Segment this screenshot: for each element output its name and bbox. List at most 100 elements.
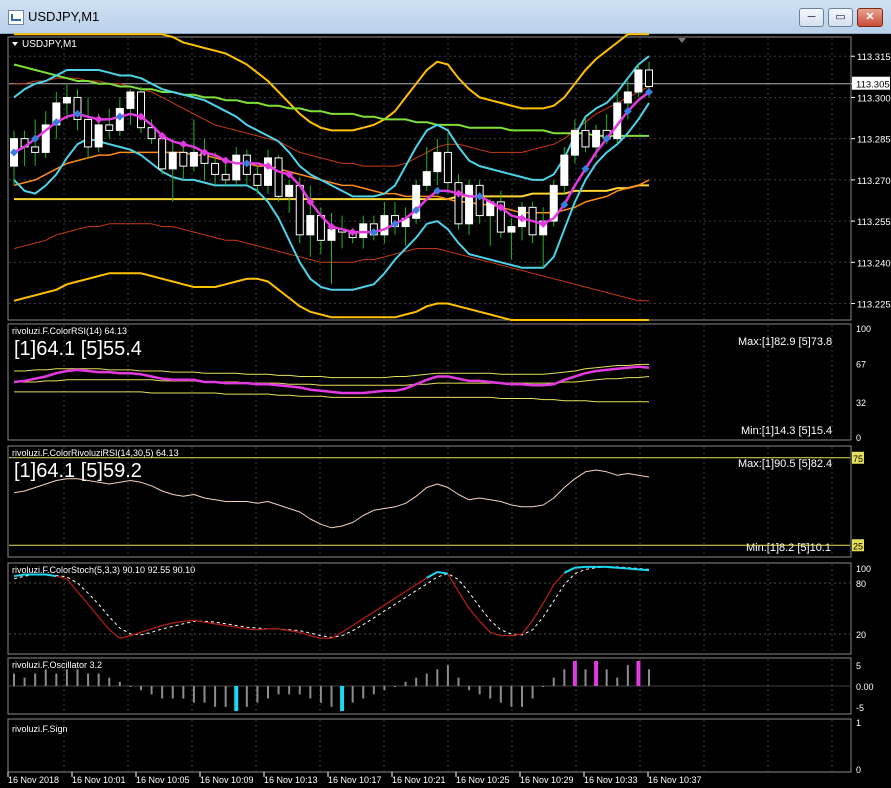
candle-bullish [634, 69, 643, 93]
osc-bar [362, 686, 365, 699]
osc-bar [55, 673, 58, 686]
stoch-tick-label: 20 [856, 630, 866, 640]
candle-bearish [84, 118, 93, 148]
candle-bullish [380, 215, 389, 236]
osc-bar [129, 686, 132, 687]
stoch-main-segment [214, 623, 226, 627]
stoch-signal-line [13, 566, 650, 638]
osc-bar [468, 686, 471, 691]
osc-bar [65, 669, 68, 686]
osc-bar [288, 686, 291, 695]
pane-frame-5 [7, 718, 852, 773]
candle-bearish [443, 151, 452, 184]
osc-bar [584, 669, 587, 686]
time-axis-label: 16 Nov 10:13 [264, 775, 318, 785]
time-axis-label: 16 Nov 10:37 [648, 775, 702, 785]
stoch-main-segment [426, 571, 438, 579]
osc-bar [13, 673, 15, 686]
sign-pane-label: rivoluzi.F.Sign [12, 724, 68, 734]
osc-bar [499, 686, 502, 703]
stoch-main-segment [627, 567, 639, 571]
time-axis-label: 16 Nov 10:05 [136, 775, 190, 785]
rsi-lower-band-line [14, 391, 649, 403]
minimize-button[interactable]: ─ [799, 8, 824, 27]
stoch-main-segment [87, 603, 100, 618]
stoch-main-segment [183, 619, 194, 622]
candle-bullish [433, 151, 442, 173]
osc-bar [214, 686, 217, 707]
stoch-main-segment [563, 566, 576, 574]
candle-bearish [147, 127, 156, 140]
stoch-main-segment [331, 631, 343, 639]
stoch-main-segment [76, 591, 89, 605]
osc-signal-bar [636, 661, 641, 686]
osc-bar [531, 686, 534, 699]
osc-signal-bar [594, 661, 599, 686]
candle-bullish [623, 91, 632, 104]
osc-bar [34, 673, 37, 686]
stoch-main-segment [66, 578, 79, 592]
osc-bar [446, 665, 449, 686]
stoch-main-segment [405, 584, 417, 593]
osc-bar [510, 686, 513, 707]
osc-bar [457, 677, 460, 686]
rivrsi-min-text: Min:[1]8.2 [5]10.1 [746, 542, 831, 554]
stoch-main-segment [257, 628, 269, 631]
time-axis-label: 16 Nov 10:21 [392, 775, 446, 785]
stoch-main-segment [384, 597, 396, 606]
candle-bullish [189, 151, 198, 167]
stoch-tick-label: 80 [856, 579, 866, 589]
osc-bar [309, 686, 312, 699]
pink-diamond-marker [179, 140, 188, 149]
osc-bar [298, 686, 301, 695]
osc-bar [118, 681, 121, 686]
candle-bearish [158, 138, 167, 170]
candle-bullish [232, 154, 241, 181]
window-title: USDJPY,M1 [28, 9, 100, 24]
osc-bar [648, 669, 650, 686]
stoch-main-segment [310, 635, 322, 639]
price-tick-label: 113.240 [857, 258, 891, 269]
osc-pane-label: rivoluzi.F.Oscillator 3.2 [12, 660, 102, 670]
candle-bearish [581, 129, 590, 148]
candle-bullish [126, 91, 135, 109]
osc-bar [267, 686, 269, 699]
price-tick-label: 113.300 [857, 93, 891, 104]
osc-bar [425, 673, 428, 686]
osc-bar [97, 673, 100, 686]
candle-bearish [475, 184, 484, 217]
osc-tick-label: -5 [856, 703, 864, 713]
time-axis-label: 16 Nov 10:33 [584, 775, 638, 785]
osc-bar [552, 677, 555, 686]
osc-bar [415, 677, 418, 686]
osc-bar [319, 686, 322, 703]
stoch-main-segment [394, 590, 406, 599]
sign-tick-label: 1 [856, 718, 861, 728]
stoch-main-segment [246, 628, 258, 631]
candle-bullish [359, 223, 368, 239]
chart-shift-marker-icon [678, 38, 686, 43]
osc-bar [150, 686, 153, 695]
osc-bar [87, 673, 90, 686]
osc-bar [330, 686, 333, 707]
rivrsi-pane-label: rivoluzi.F.ColorRivoluziRSI(14,30,5) 64.… [12, 448, 179, 458]
candle-bearish [645, 69, 653, 87]
close-button[interactable]: ✕ [857, 8, 883, 27]
osc-bar [372, 686, 375, 695]
stoch-main-segment [415, 577, 428, 586]
candle-bearish [105, 124, 114, 131]
rivrsi-level-label: 75 [853, 454, 863, 464]
current-price-label: 113.305 [856, 80, 890, 91]
stoch-main-segment [193, 619, 205, 623]
stoch-main-segment [362, 611, 375, 620]
sign-tick-label: 0 [856, 765, 861, 775]
rsi-tick-label: 32 [856, 398, 866, 408]
time-axis-label: 16 Nov 10:09 [200, 775, 254, 785]
osc-bar [605, 669, 608, 686]
osc-signal-bar [340, 686, 345, 711]
restore-button[interactable]: ▭ [828, 8, 853, 27]
time-axis-label: 16 Nov 2018 [8, 775, 59, 785]
chart-canvas[interactable]: USDJPY,M1 113.315 113.305 113.300 113.285 113… [0, 33, 891, 788]
candle-bearish [274, 157, 283, 197]
candle-bullish [94, 124, 103, 148]
